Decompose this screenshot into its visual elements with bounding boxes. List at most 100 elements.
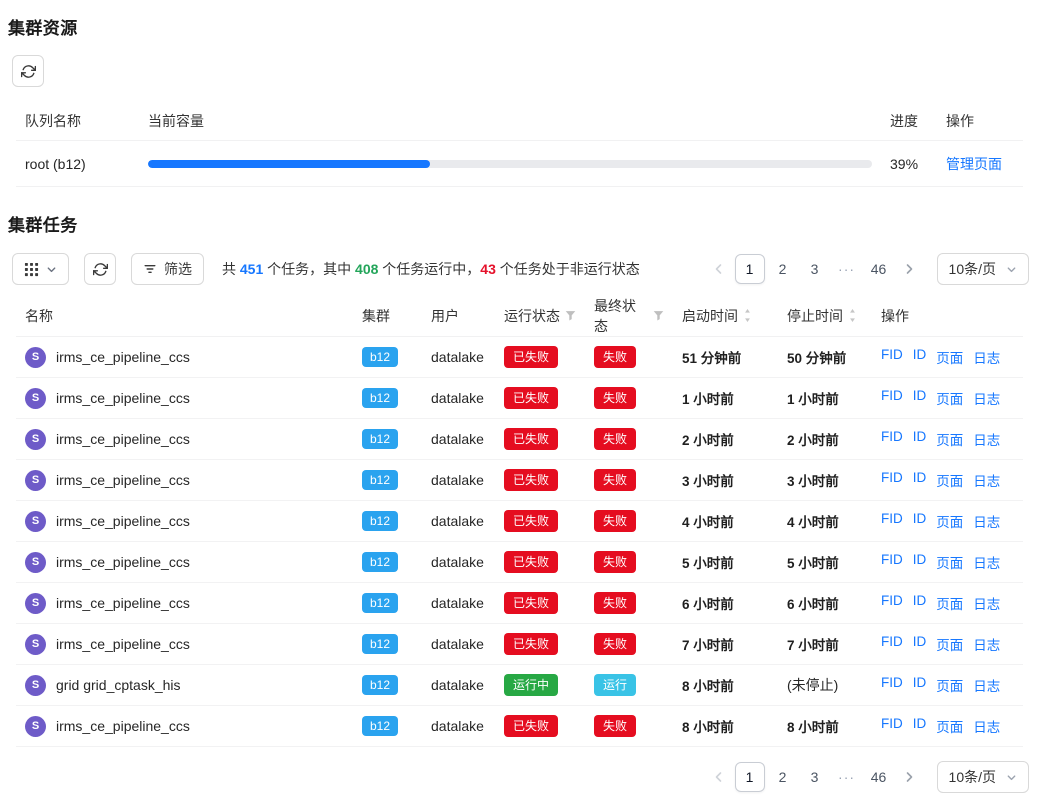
task-actions: FID ID 页面日志 bbox=[872, 470, 1023, 490]
final-status-badge: 失败 bbox=[594, 551, 636, 573]
task-action-id-link[interactable]: ID bbox=[913, 429, 927, 449]
start-time: 4 小时前 bbox=[673, 511, 778, 531]
task-action-id-link[interactable]: ID bbox=[913, 593, 927, 613]
task-action-id-link[interactable]: ID bbox=[913, 716, 927, 736]
resource-row: root (b12) 39% 管理页面 bbox=[16, 141, 1023, 187]
task-action-page-link[interactable]: 页面 bbox=[936, 429, 963, 449]
stop-time: 4 小时前 bbox=[778, 511, 872, 531]
task-action-page-link[interactable]: 页面 bbox=[936, 634, 963, 654]
page-size-select[interactable]: 10条/页 bbox=[937, 253, 1029, 285]
pagination-page-46[interactable]: 46 bbox=[865, 255, 893, 283]
start-time: 7 小时前 bbox=[673, 634, 778, 654]
pagination-page-2[interactable]: 2 bbox=[769, 255, 797, 283]
summary-total-count: 451 bbox=[240, 261, 263, 277]
manage-page-link[interactable]: 管理页面 bbox=[946, 156, 1002, 172]
filter-button[interactable]: 筛选 bbox=[131, 253, 204, 285]
task-action-page-link[interactable]: 页面 bbox=[936, 593, 963, 613]
task-action-fid-link[interactable]: FID bbox=[881, 388, 903, 408]
task-action-log-link[interactable]: 日志 bbox=[973, 429, 1000, 449]
task-action-log-link[interactable]: 日志 bbox=[973, 347, 1000, 367]
task-action-log-link[interactable]: 日志 bbox=[973, 470, 1000, 490]
cluster-badge: b12 bbox=[362, 675, 398, 695]
sorter-icon[interactable] bbox=[848, 308, 857, 323]
task-action-page-link[interactable]: 页面 bbox=[936, 716, 963, 736]
pagination-page-3[interactable]: 3 bbox=[801, 255, 829, 283]
tasks-refresh-button[interactable] bbox=[84, 253, 116, 285]
stop-time: 8 小时前 bbox=[778, 716, 872, 736]
col-final-status: 最终状态 bbox=[585, 296, 673, 336]
task-action-fid-link[interactable]: FID bbox=[881, 429, 903, 449]
task-action-fid-link[interactable]: FID bbox=[881, 470, 903, 490]
task-avatar: S bbox=[25, 388, 46, 409]
column-settings-button[interactable] bbox=[12, 253, 69, 285]
task-action-fid-link[interactable]: FID bbox=[881, 716, 903, 736]
stop-time: 3 小时前 bbox=[778, 470, 872, 490]
pagination-page-1[interactable]: 1 bbox=[735, 254, 765, 284]
task-action-id-link[interactable]: ID bbox=[913, 552, 927, 572]
task-action-log-link[interactable]: 日志 bbox=[973, 593, 1000, 613]
task-action-id-link[interactable]: ID bbox=[913, 347, 927, 367]
task-action-log-link[interactable]: 日志 bbox=[973, 716, 1000, 736]
task-action-page-link[interactable]: 页面 bbox=[936, 552, 963, 572]
task-action-id-link[interactable]: ID bbox=[913, 675, 927, 695]
cluster-badge: b12 bbox=[362, 593, 398, 613]
task-action-id-link[interactable]: ID bbox=[913, 388, 927, 408]
task-action-log-link[interactable]: 日志 bbox=[973, 634, 1000, 654]
task-name: grid grid_cptask_his bbox=[56, 677, 181, 693]
pagination-page-46[interactable]: 46 bbox=[865, 763, 893, 791]
task-actions: FID ID 页面日志 bbox=[872, 429, 1023, 449]
col-task-actions: 操作 bbox=[872, 306, 1023, 326]
task-user: datalake bbox=[422, 718, 495, 734]
pagination-next-button[interactable] bbox=[897, 763, 921, 791]
pagination-prev-button[interactable] bbox=[707, 763, 731, 791]
task-action-fid-link[interactable]: FID bbox=[881, 347, 903, 367]
task-action-fid-link[interactable]: FID bbox=[881, 675, 903, 695]
final-status-badge: 失败 bbox=[594, 592, 636, 614]
page-size-label: 10条/页 bbox=[949, 259, 996, 279]
refresh-icon bbox=[93, 262, 108, 277]
pagination-prev-button[interactable] bbox=[707, 255, 731, 283]
col-stop-time[interactable]: 停止时间 bbox=[778, 306, 872, 326]
cluster-badge: b12 bbox=[362, 429, 398, 449]
task-row: S irms_ce_pipeline_ccs b12 datalake 已失败 … bbox=[16, 542, 1023, 583]
filter-icon[interactable] bbox=[653, 310, 664, 321]
task-action-id-link[interactable]: ID bbox=[913, 511, 927, 531]
pagination-next-button[interactable] bbox=[897, 255, 921, 283]
task-action-page-link[interactable]: 页面 bbox=[936, 470, 963, 490]
task-action-fid-link[interactable]: FID bbox=[881, 552, 903, 572]
page: 集群资源 队列名称 当前容量 进度 操作 root (b12) bbox=[0, 0, 1039, 801]
run-status-badge: 运行中 bbox=[504, 674, 558, 696]
task-action-log-link[interactable]: 日志 bbox=[973, 511, 1000, 531]
task-action-log-link[interactable]: 日志 bbox=[973, 552, 1000, 572]
task-action-fid-link[interactable]: FID bbox=[881, 511, 903, 531]
col-progress: 进度 bbox=[881, 111, 937, 131]
col-start-time[interactable]: 启动时间 bbox=[673, 306, 778, 326]
resources-refresh-button[interactable] bbox=[12, 55, 44, 87]
task-user: datalake bbox=[422, 513, 495, 529]
pagination-ellipsis[interactable]: ··· bbox=[833, 255, 861, 283]
pagination-page-3[interactable]: 3 bbox=[801, 763, 829, 791]
task-avatar: S bbox=[25, 429, 46, 450]
task-action-log-link[interactable]: 日志 bbox=[973, 388, 1000, 408]
task-action-page-link[interactable]: 页面 bbox=[936, 388, 963, 408]
task-action-fid-link[interactable]: FID bbox=[881, 593, 903, 613]
stop-time: 7 小时前 bbox=[778, 634, 872, 654]
chevron-down-icon bbox=[1006, 772, 1017, 783]
run-status-badge: 已失败 bbox=[504, 715, 558, 737]
task-action-page-link[interactable]: 页面 bbox=[936, 675, 963, 695]
task-action-page-link[interactable]: 页面 bbox=[936, 511, 963, 531]
progress-percent: 39% bbox=[881, 156, 937, 172]
task-action-page-link[interactable]: 页面 bbox=[936, 347, 963, 367]
sorter-icon[interactable] bbox=[743, 308, 752, 323]
filter-icon[interactable] bbox=[565, 310, 576, 321]
page-size-select[interactable]: 10条/页 bbox=[937, 761, 1029, 793]
pagination-ellipsis[interactable]: ··· bbox=[833, 763, 861, 791]
stop-time: (未停止) bbox=[778, 675, 872, 695]
task-action-fid-link[interactable]: FID bbox=[881, 634, 903, 654]
task-action-log-link[interactable]: 日志 bbox=[973, 675, 1000, 695]
pagination-page-1[interactable]: 1 bbox=[735, 762, 765, 792]
task-action-id-link[interactable]: ID bbox=[913, 634, 927, 654]
task-action-id-link[interactable]: ID bbox=[913, 470, 927, 490]
pagination-page-2[interactable]: 2 bbox=[769, 763, 797, 791]
task-row: S irms_ce_pipeline_ccs b12 datalake 已失败 … bbox=[16, 706, 1023, 747]
